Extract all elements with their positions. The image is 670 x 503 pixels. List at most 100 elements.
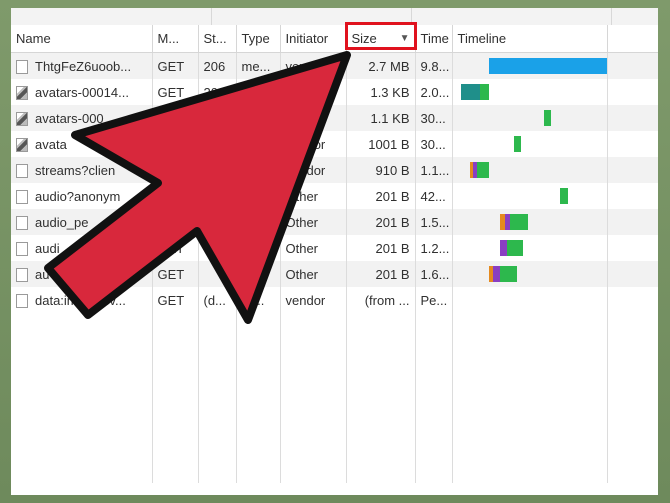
- table-row[interactable]: audio?anonym Other 201 B 42...: [11, 183, 658, 209]
- cell-initiator: Other: [280, 209, 347, 235]
- column-header-blank: [607, 25, 658, 53]
- cell-name[interactable]: au: [11, 261, 153, 287]
- cell-name[interactable]: audio?anonym: [11, 183, 153, 209]
- initiator-link[interactable]: vendor: [286, 111, 326, 126]
- blank-file-icon: [16, 59, 28, 74]
- cell-status: 206: [198, 52, 237, 79]
- table-row[interactable]: audi GET if Other 201 B 1.2...: [11, 235, 658, 261]
- cell-initiator: vendor: [280, 52, 347, 79]
- cell-method: GET: [152, 261, 199, 287]
- cell-name[interactable]: avata: [11, 131, 153, 157]
- timeline-track: [458, 79, 602, 105]
- cell-blank: [607, 131, 658, 157]
- wikihow-watermark: wikiHow: [576, 477, 656, 497]
- table-row[interactable]: streams?clien vendor 910 B 1.1...: [11, 157, 658, 183]
- cell-name[interactable]: streams?clien: [11, 157, 153, 183]
- table-row[interactable]: data:image/sv... GET (d... sv... vendor (from…: [11, 287, 658, 313]
- cell-blank: [607, 209, 658, 235]
- cell-status: [198, 261, 237, 287]
- initiator-text: Other: [285, 214, 319, 230]
- cell-type: me...: [236, 52, 281, 79]
- empty-table-area: [11, 313, 658, 483]
- initiator-link[interactable]: vendor: [286, 137, 326, 152]
- timeline-segment: [506, 240, 523, 256]
- watermark-suffix: How: [613, 477, 656, 497]
- column-header-type[interactable]: Type: [236, 25, 281, 53]
- cell-name[interactable]: ThtgFeZ6uoob...: [11, 52, 153, 79]
- request-name: avatars-00014...: [35, 84, 129, 100]
- blank-file-icon: [16, 189, 28, 204]
- cell-timeline: [452, 52, 608, 79]
- request-name: audi: [35, 240, 60, 256]
- cell-time: 1.1...: [415, 157, 453, 183]
- table-row[interactable]: avatars-00014... GET 200 1.3 KB 2.0...: [11, 79, 658, 105]
- initiator-link[interactable]: vendor: [286, 59, 326, 74]
- cell-name[interactable]: audi: [11, 235, 153, 261]
- request-name: ThtgFeZ6uoob...: [35, 58, 132, 74]
- blank-file-icon: [16, 267, 28, 282]
- timeline-track: [458, 235, 602, 261]
- blank-file-icon: [16, 163, 28, 178]
- column-header-name[interactable]: Name: [11, 25, 153, 53]
- cell-method: [152, 157, 199, 183]
- table-row[interactable]: ThtgFeZ6uoob... GET 206 me... vendor 2.7 MB 9.…: [11, 52, 658, 79]
- table-header-row: Name M... St... Type Initiator Size ▼ Ti…: [11, 25, 658, 53]
- cell-name[interactable]: audio_pe: [11, 209, 153, 235]
- cell-size: (from ...: [346, 287, 416, 313]
- cell-method: GET: [152, 287, 199, 313]
- initiator-link[interactable]: vendor: [286, 293, 326, 308]
- column-header-status[interactable]: St...: [198, 25, 237, 53]
- cell-name[interactable]: data:image/sv...: [11, 287, 153, 313]
- cell-time: 9.8...: [415, 52, 453, 79]
- cell-type: sv...: [236, 287, 281, 313]
- initiator-text: Other: [285, 240, 319, 256]
- cell-initiator: vendor: [280, 105, 347, 131]
- image-file-icon: [16, 111, 28, 126]
- table-row[interactable]: avata vendor 1001 B 30...: [11, 131, 658, 157]
- request-name: data:image/sv...: [35, 292, 126, 308]
- cell-status: [198, 157, 237, 183]
- table-row[interactable]: au GET gif Other 201 B 1.6...: [11, 261, 658, 287]
- column-header-timeline[interactable]: Timeline: [452, 25, 608, 53]
- timeline-segment: [513, 136, 521, 152]
- initiator-link[interactable]: vendor: [286, 163, 326, 178]
- timeline-segment: [480, 84, 490, 100]
- table-row[interactable]: avatars-000 vendor 1.1 KB 30...: [11, 105, 658, 131]
- cell-method: [152, 183, 199, 209]
- request-name: avatars-000: [35, 110, 104, 126]
- column-header-initiator[interactable]: Initiator: [280, 25, 347, 53]
- column-header-method[interactable]: M...: [152, 25, 199, 53]
- cell-size: 1.1 KB: [346, 105, 416, 131]
- cell-blank: [607, 105, 658, 131]
- timeline-segment: [510, 214, 528, 230]
- cell-blank: [607, 261, 658, 287]
- timeline-segment: [499, 266, 518, 282]
- cell-initiator: vendor: [280, 287, 347, 313]
- request-name: au: [35, 266, 50, 282]
- cell-time: 30...: [415, 131, 453, 157]
- column-header-time[interactable]: Time: [415, 25, 453, 53]
- cell-size: 2.7 MB: [346, 52, 416, 79]
- cell-initiator: vendor: [280, 157, 347, 183]
- timeline-segment: [543, 110, 551, 126]
- request-name: avata: [35, 136, 67, 152]
- cell-name[interactable]: avatars-00014...: [11, 79, 153, 105]
- cell-method: GET: [152, 235, 199, 261]
- cell-time: Pe...: [415, 287, 453, 313]
- cell-size: 1001 B: [346, 131, 416, 157]
- cell-timeline: [452, 131, 608, 157]
- cell-status: (d...: [198, 287, 237, 313]
- cell-time: 1.5...: [415, 209, 453, 235]
- cell-name[interactable]: avatars-000: [11, 105, 153, 131]
- cell-blank: [607, 287, 658, 313]
- cell-type: [236, 105, 281, 131]
- cell-blank: [607, 157, 658, 183]
- table-row[interactable]: audio_pe Other 201 B 1.5...: [11, 209, 658, 235]
- timeline-segment: [476, 162, 490, 178]
- cell-size: 201 B: [346, 261, 416, 287]
- cell-method: [152, 209, 199, 235]
- timeline-track: [458, 53, 606, 79]
- image-file-icon: [16, 137, 28, 152]
- cell-status: [198, 209, 237, 235]
- cell-status: 200: [198, 79, 237, 105]
